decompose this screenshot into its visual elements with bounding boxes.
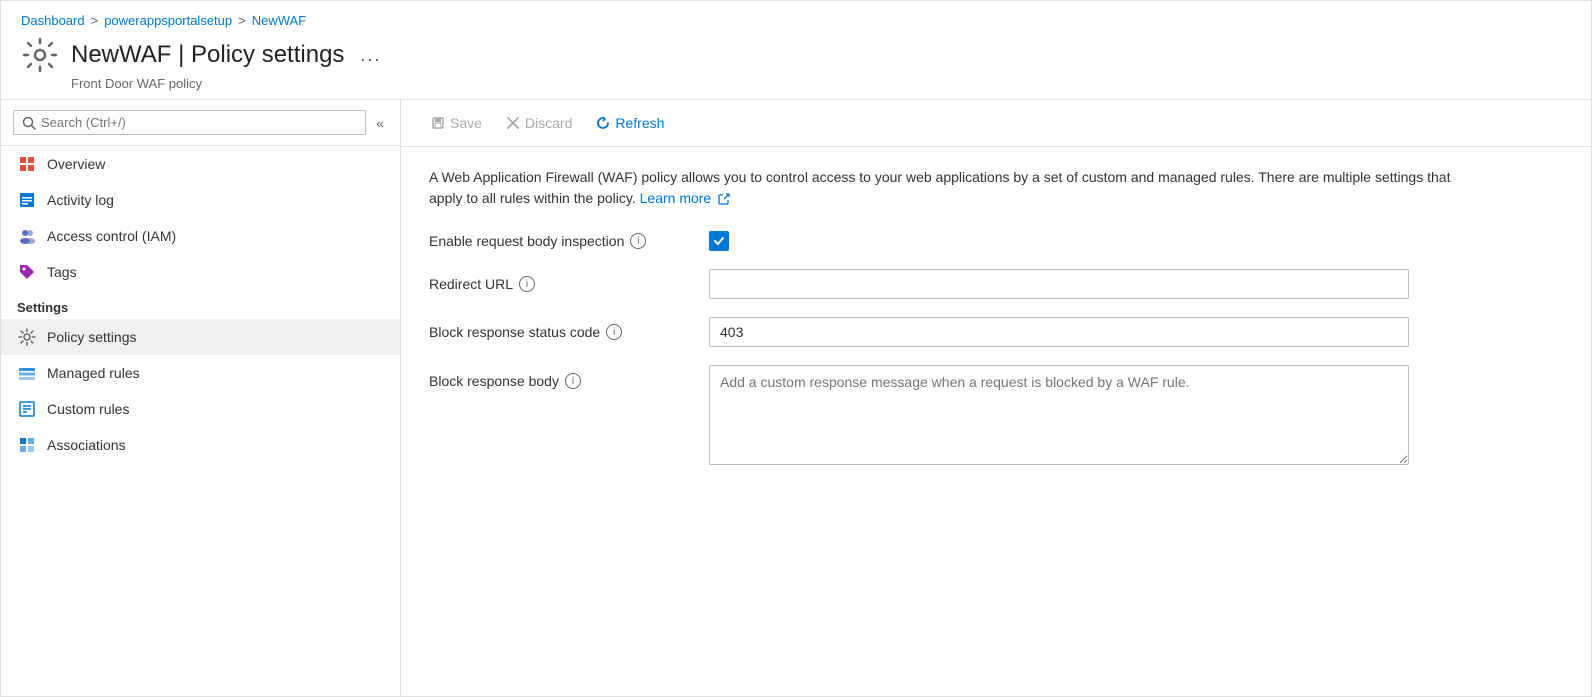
managed-rules-icon: [17, 363, 37, 383]
sidebar-label-associations: Associations: [47, 437, 126, 453]
overview-icon: [17, 154, 37, 174]
search-bar: «: [1, 100, 400, 146]
sidebar-label-custom-rules: Custom rules: [47, 401, 129, 417]
breadcrumb-dashboard[interactable]: Dashboard: [21, 13, 85, 28]
sidebar-item-iam[interactable]: Access control (IAM): [1, 218, 400, 254]
save-button[interactable]: Save: [421, 110, 492, 136]
redirect-url-info-icon[interactable]: i: [519, 276, 535, 292]
enable-inspection-row: Enable request body inspection i: [429, 231, 1563, 251]
sidebar-item-tags[interactable]: Tags: [1, 254, 400, 290]
gear-icon: [21, 36, 59, 74]
sidebar-item-overview[interactable]: Overview: [1, 146, 400, 182]
refresh-icon: [596, 116, 610, 130]
sidebar-label-iam: Access control (IAM): [47, 228, 176, 244]
enable-inspection-label: Enable request body inspection i: [429, 233, 689, 249]
sidebar-label-activity-log: Activity log: [47, 192, 114, 208]
sidebar-item-activity-log[interactable]: Activity log: [1, 182, 400, 218]
refresh-button[interactable]: Refresh: [586, 110, 674, 136]
save-icon: [431, 116, 445, 130]
sidebar-label-managed-rules: Managed rules: [47, 365, 140, 381]
redirect-url-input[interactable]: [709, 269, 1409, 299]
tags-icon: [17, 262, 37, 282]
page-header: Dashboard > powerappsportalsetup > NewWA…: [1, 1, 1591, 100]
policy-settings-icon: [17, 327, 37, 347]
block-status-input[interactable]: 403: [709, 317, 1409, 347]
custom-rules-icon: [17, 399, 37, 419]
sidebar-item-associations[interactable]: Associations: [1, 427, 400, 463]
search-input[interactable]: [41, 115, 357, 130]
block-body-label: Block response body i: [429, 365, 689, 389]
discard-icon: [506, 116, 520, 130]
sidebar-label-policy-settings: Policy settings: [47, 329, 136, 345]
breadcrumb-newwaf[interactable]: NewWAF: [252, 13, 306, 28]
search-wrapper[interactable]: [13, 110, 366, 135]
redirect-url-label: Redirect URL i: [429, 276, 689, 292]
learn-more-link[interactable]: Learn more: [640, 190, 730, 206]
enable-inspection-info-icon[interactable]: i: [630, 233, 646, 249]
sidebar-item-managed-rules[interactable]: Managed rules: [1, 355, 400, 391]
collapse-sidebar-button[interactable]: «: [372, 111, 388, 135]
content-area: Save Discard Refresh: [401, 100, 1591, 696]
page-title: NewWAF | Policy settings: [71, 41, 344, 69]
block-body-row: Block response body i: [429, 365, 1563, 465]
breadcrumb-setup[interactable]: powerappsportalsetup: [104, 13, 232, 28]
block-body-textarea[interactable]: [709, 365, 1409, 465]
enable-inspection-checkbox[interactable]: [709, 231, 729, 251]
iam-icon: [17, 226, 37, 246]
more-options-button[interactable]: ...: [360, 45, 381, 66]
description-text: A Web Application Firewall (WAF) policy …: [429, 167, 1479, 209]
settings-section-label: Settings: [1, 290, 400, 319]
sidebar-label-overview: Overview: [47, 156, 105, 172]
activity-icon: [17, 190, 37, 210]
sidebar-item-custom-rules[interactable]: Custom rules: [1, 391, 400, 427]
block-status-label: Block response status code i: [429, 324, 689, 340]
page-subtitle: Front Door WAF policy: [71, 76, 1571, 91]
block-body-info-icon[interactable]: i: [565, 373, 581, 389]
sidebar-item-policy-settings[interactable]: Policy settings: [1, 319, 400, 355]
block-status-row: Block response status code i 403: [429, 317, 1563, 347]
discard-button[interactable]: Discard: [496, 110, 582, 136]
sidebar: « Overview: [1, 100, 401, 696]
content-body: A Web Application Firewall (WAF) policy …: [401, 147, 1591, 696]
external-link-icon: [718, 193, 730, 205]
breadcrumb: Dashboard > powerappsportalsetup > NewWA…: [21, 13, 1571, 28]
sidebar-label-tags: Tags: [47, 264, 77, 280]
toolbar: Save Discard Refresh: [401, 100, 1591, 147]
block-status-info-icon[interactable]: i: [606, 324, 622, 340]
redirect-url-row: Redirect URL i: [429, 269, 1563, 299]
associations-icon: [17, 435, 37, 455]
